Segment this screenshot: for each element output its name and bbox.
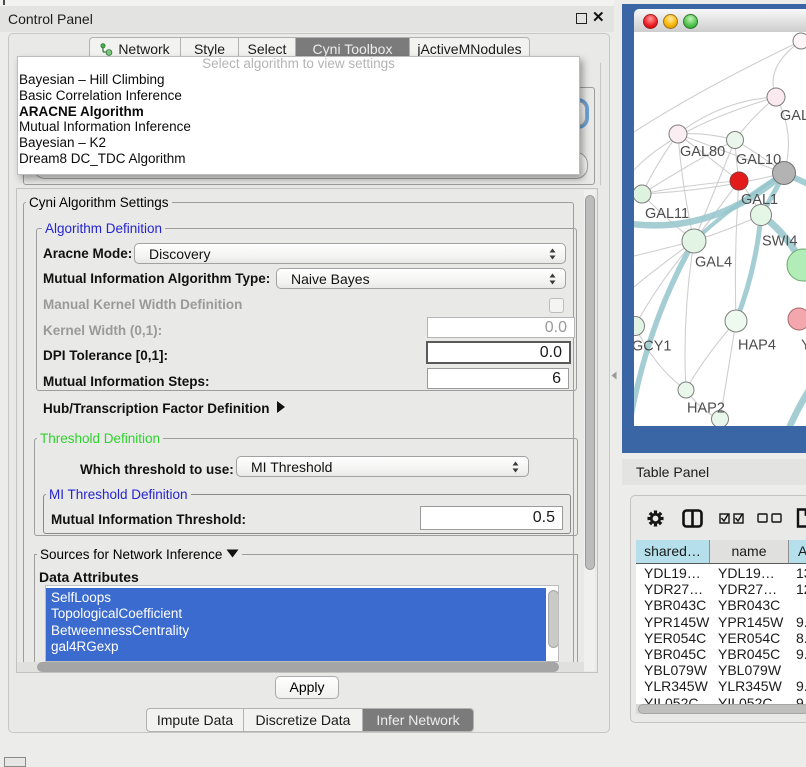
svg-text:Y: Y	[801, 338, 806, 354]
svg-text:GAL: GAL	[780, 108, 806, 124]
svg-text:GAL4: GAL4	[695, 255, 732, 271]
svg-text:GAL10: GAL10	[736, 152, 781, 168]
svg-text:GAL80: GAL80	[680, 144, 725, 160]
svg-text:GCY1: GCY1	[634, 339, 672, 355]
svg-text:SWI4: SWI4	[762, 234, 797, 250]
svg-text:HAP4: HAP4	[738, 338, 776, 354]
svg-text:GAL11: GAL11	[645, 206, 689, 222]
svg-text:GAL1: GAL1	[741, 192, 778, 208]
svg-text:HAP2: HAP2	[687, 401, 725, 417]
